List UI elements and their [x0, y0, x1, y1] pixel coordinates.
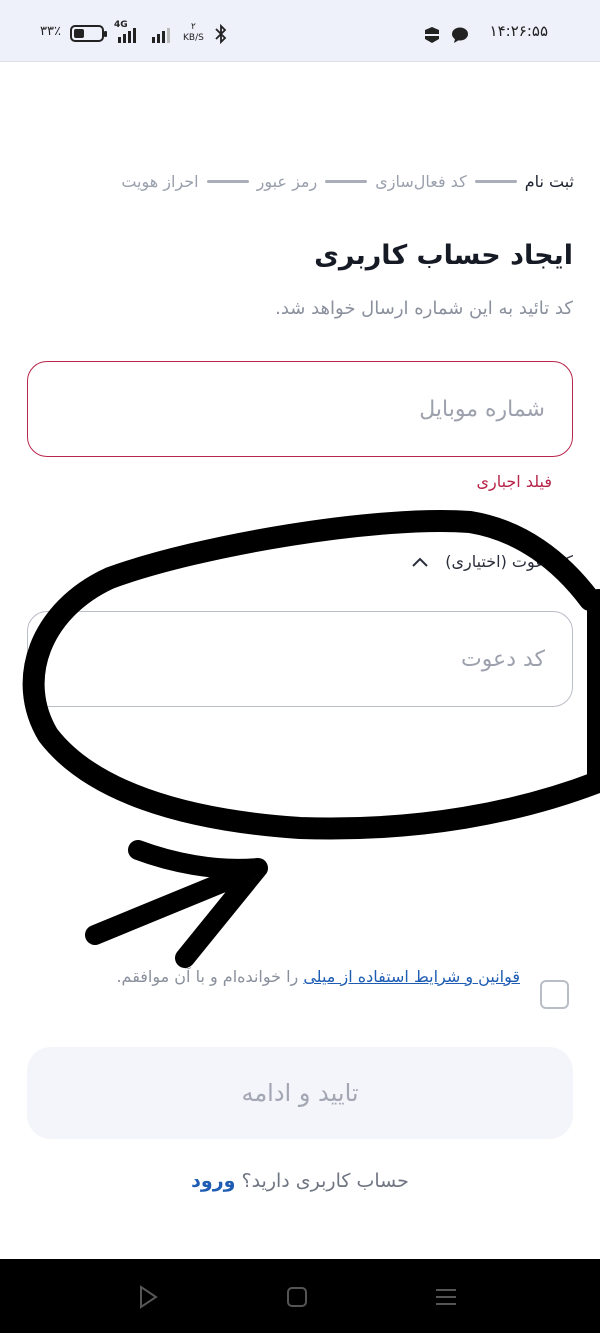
battery-icon: [70, 25, 107, 42]
network-speed: ۲ KB/S: [183, 22, 204, 43]
navigation-bar: [0, 1259, 600, 1333]
invite-code-input[interactable]: [28, 612, 572, 706]
chat-notification-icon: [452, 27, 468, 43]
status-time: ۱۴:۲۶:۵۵: [489, 22, 548, 40]
home-icon[interactable]: [283, 1283, 311, 1311]
invite-code-toggle[interactable]: کد دعوت (اختیاری): [411, 552, 573, 571]
required-field-error: فیلد اجباری: [476, 472, 552, 491]
step-password: رمز عبور: [256, 171, 318, 191]
bluetooth-icon: [215, 24, 227, 44]
invite-code-field[interactable]: [27, 611, 573, 707]
login-link[interactable]: ورود: [191, 1170, 235, 1192]
step-connector: [474, 179, 517, 183]
login-question: حساب کاربری دارید؟: [235, 1170, 409, 1192]
login-prompt: حساب کاربری دارید؟ ورود: [0, 1170, 600, 1192]
back-icon[interactable]: [134, 1283, 162, 1311]
status-bar: ۳۳٪ 4G ۲ KB/S ۱۴:۲۶:۵۵: [0, 0, 600, 62]
terms-text: قوانین و شرایط استفاده از میلی را خوانده…: [80, 964, 520, 990]
step-connector: [206, 179, 249, 183]
annotation-arrow: [85, 840, 268, 968]
terms-suffix: را خوانده‌ام و با آن موافقم.: [116, 967, 304, 986]
page-subtitle: کد تائید به این شماره ارسال خواهد شد.: [275, 298, 573, 319]
app-notification-icon: [425, 27, 439, 43]
signup-stepper: ثبت نام کد فعال‌سازی رمز عبور احراز هویت: [26, 166, 574, 196]
confirm-continue-button[interactable]: تایید و ادامه: [27, 1047, 573, 1139]
terms-link[interactable]: قوانین و شرایط استفاده از میلی: [303, 967, 520, 986]
chevron-up-icon: [412, 557, 428, 567]
menu-icon[interactable]: [432, 1283, 460, 1311]
mobile-input[interactable]: [28, 362, 572, 456]
step-connector: [325, 179, 368, 183]
step-activation-code: کد فعال‌سازی: [375, 171, 467, 191]
signal-icon: [118, 28, 136, 43]
signal-icon-2: [152, 28, 170, 43]
invite-code-toggle-label: کد دعوت (اختیاری): [445, 552, 573, 571]
battery-percent: ۳۳٪: [40, 24, 61, 39]
page-title: ایجاد حساب کاربری: [314, 240, 573, 271]
terms-checkbox[interactable]: [540, 980, 569, 1009]
step-signup: ثبت نام: [524, 171, 574, 191]
mobile-field[interactable]: [27, 361, 573, 457]
step-identity-verification: احراز هویت: [121, 171, 199, 191]
